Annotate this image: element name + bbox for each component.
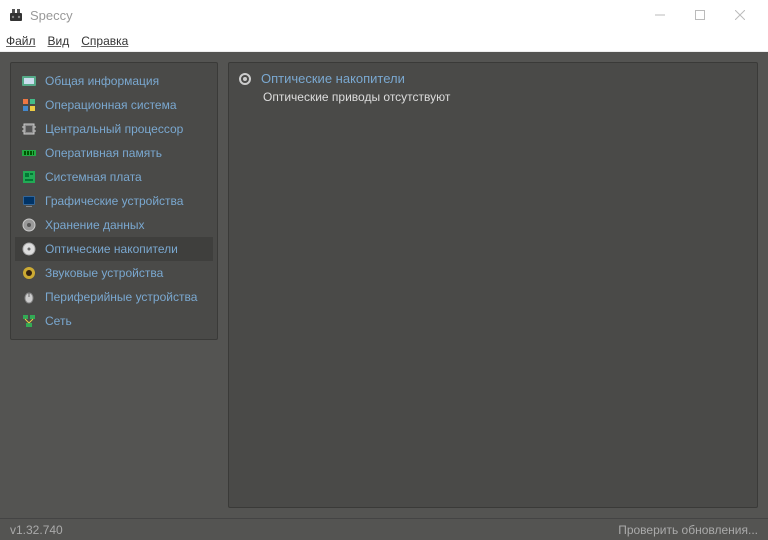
peripherals-icon bbox=[21, 289, 37, 305]
section-body: Оптические приводы отсутствуют bbox=[239, 90, 747, 104]
sidebar-item-graphics[interactable]: Графические устройства bbox=[15, 189, 213, 213]
sidebar-item-label: Периферийные устройства bbox=[45, 290, 197, 304]
sidebar-item-label: Операционная система bbox=[45, 98, 177, 112]
sidebar-item-optical[interactable]: Оптические накопители bbox=[15, 237, 213, 261]
network-icon bbox=[21, 313, 37, 329]
maximize-button[interactable] bbox=[680, 1, 720, 29]
storage-icon bbox=[21, 217, 37, 233]
expand-bullet-icon bbox=[239, 73, 251, 85]
section-title: Оптические накопители bbox=[261, 71, 405, 86]
menu-view[interactable]: Вид bbox=[48, 34, 70, 48]
version-label: v1.32.740 bbox=[10, 523, 63, 537]
sidebar-item-label: Общая информация bbox=[45, 74, 159, 88]
menu-file[interactable]: Файл bbox=[6, 34, 36, 48]
sidebar-item-label: Центральный процессор bbox=[45, 122, 183, 136]
window-title: Speccy bbox=[30, 8, 640, 23]
sidebar-item-network[interactable]: Сеть bbox=[15, 309, 213, 333]
sidebar: Общая информация Операционная система Це… bbox=[10, 62, 218, 340]
sidebar-item-summary[interactable]: Общая информация bbox=[15, 69, 213, 93]
sidebar-item-label: Оптические накопители bbox=[45, 242, 178, 256]
sidebar-item-audio[interactable]: Звуковые устройства bbox=[15, 261, 213, 285]
menubar: Файл Вид Справка bbox=[0, 30, 768, 52]
titlebar: Speccy bbox=[0, 0, 768, 30]
statusbar: v1.32.740 Проверить обновления... bbox=[0, 518, 768, 540]
graphics-icon bbox=[21, 193, 37, 209]
ram-icon bbox=[21, 145, 37, 161]
sidebar-item-cpu[interactable]: Центральный процессор bbox=[15, 117, 213, 141]
sidebar-item-label: Системная плата bbox=[45, 170, 142, 184]
sidebar-item-peripherals[interactable]: Периферийные устройства bbox=[15, 285, 213, 309]
check-updates-link[interactable]: Проверить обновления... bbox=[618, 523, 758, 537]
sidebar-item-label: Хранение данных bbox=[45, 218, 145, 232]
sidebar-item-ram[interactable]: Оперативная память bbox=[15, 141, 213, 165]
window-controls bbox=[640, 1, 760, 29]
content-area: Общая информация Операционная система Це… bbox=[0, 52, 768, 518]
audio-icon bbox=[21, 265, 37, 281]
sidebar-item-label: Графические устройства bbox=[45, 194, 183, 208]
sidebar-item-storage[interactable]: Хранение данных bbox=[15, 213, 213, 237]
sidebar-item-label: Оперативная память bbox=[45, 146, 162, 160]
sidebar-item-label: Сеть bbox=[45, 314, 72, 328]
sidebar-item-motherboard[interactable]: Системная плата bbox=[15, 165, 213, 189]
optical-icon bbox=[21, 241, 37, 257]
motherboard-icon bbox=[21, 169, 37, 185]
os-icon bbox=[21, 97, 37, 113]
sidebar-item-label: Звуковые устройства bbox=[45, 266, 163, 280]
app-icon bbox=[8, 7, 24, 23]
close-button[interactable] bbox=[720, 1, 760, 29]
section-header[interactable]: Оптические накопители bbox=[239, 71, 747, 86]
summary-icon bbox=[21, 73, 37, 89]
cpu-icon bbox=[21, 121, 37, 137]
minimize-button[interactable] bbox=[640, 1, 680, 29]
main-panel: Оптические накопители Оптические приводы… bbox=[228, 62, 758, 508]
sidebar-item-os[interactable]: Операционная система bbox=[15, 93, 213, 117]
menu-help[interactable]: Справка bbox=[81, 34, 128, 48]
